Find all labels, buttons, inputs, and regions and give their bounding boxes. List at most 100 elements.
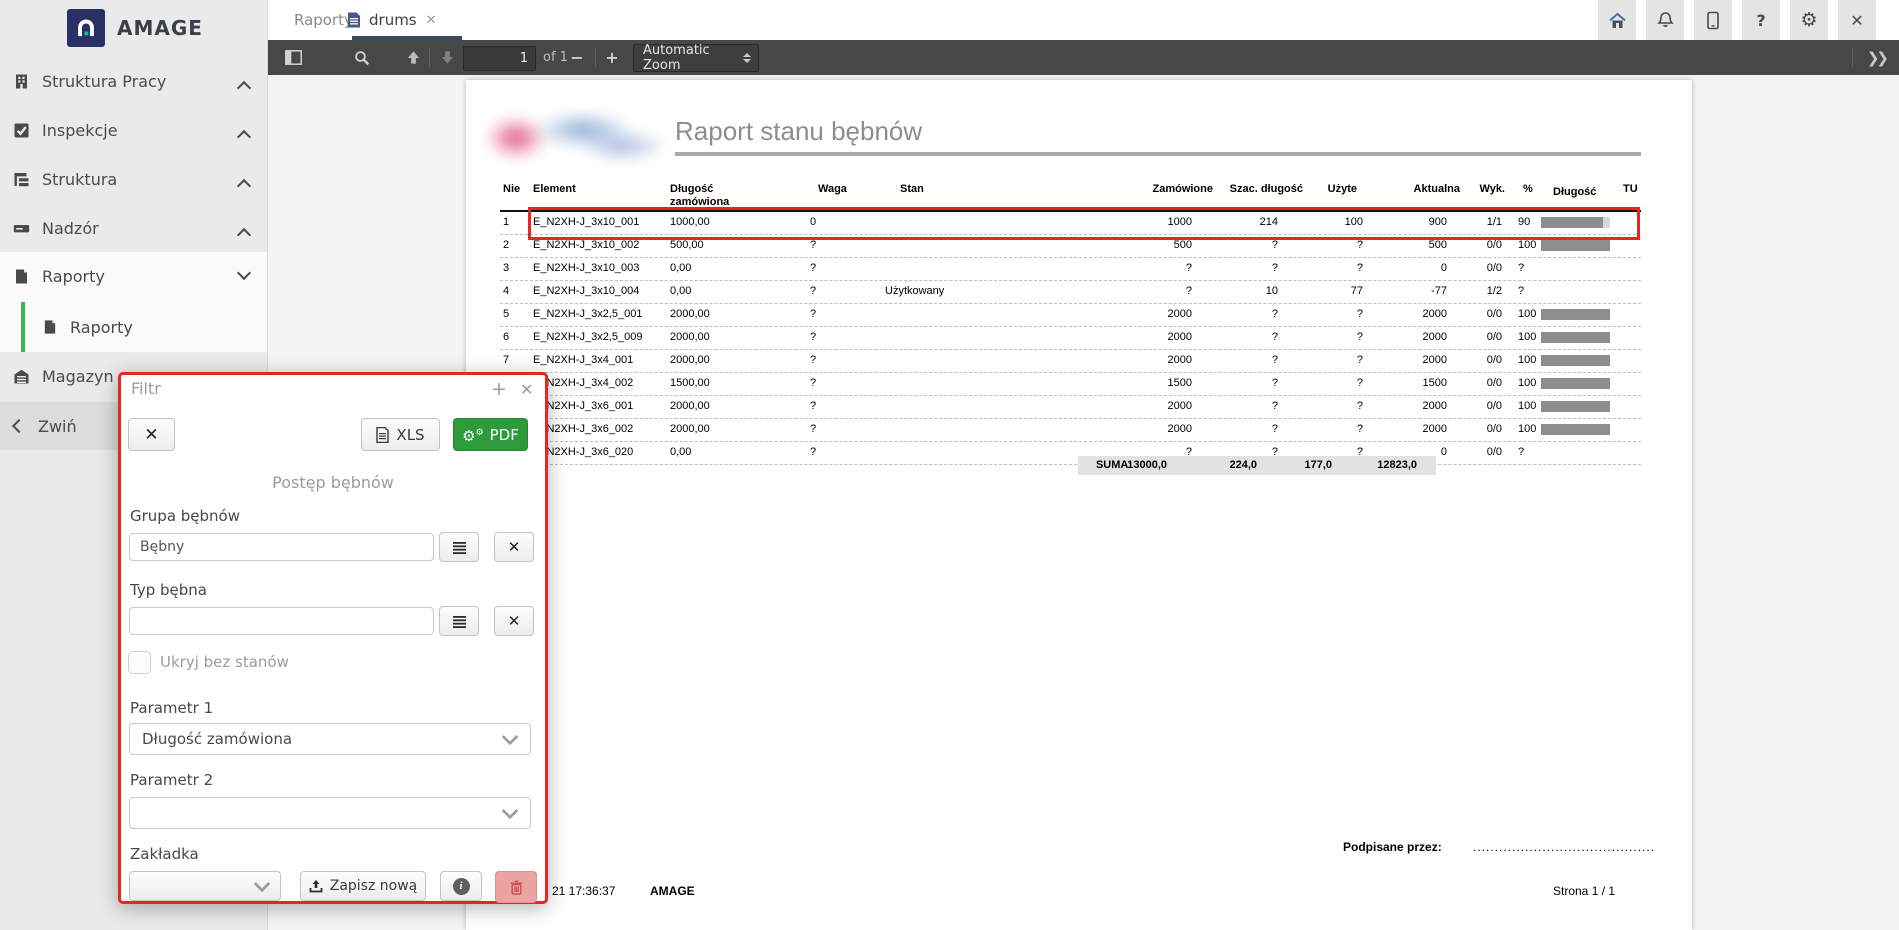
sidebar-item-struktura-pracy[interactable]: Struktura Pracy	[0, 57, 267, 106]
dialog-cancel-button[interactable]: ✕	[128, 418, 175, 451]
row-length-bar	[1541, 281, 1623, 303]
table-row: 6 E_N2XH-J_3x2,5_009 2000,00 ? 2000 ? ? …	[500, 327, 1641, 350]
row-zamowione: 2000	[978, 350, 1213, 372]
row-percent: 100	[1505, 350, 1541, 372]
row-dlugosc-zamowiona: 0,00	[670, 442, 810, 464]
sidebar-item-inspekcje[interactable]: Inspekcje	[0, 106, 267, 155]
dialog-subtitle: Postęp bębnów	[121, 473, 545, 492]
group-label: Grupa bębnów	[130, 507, 240, 525]
row-stan	[885, 327, 978, 349]
filter-dialog: Filtr + ✕ ✕ XLS ⚙⚙ PDF Postęp bębnów Gru…	[118, 372, 548, 904]
type-clear-button[interactable]: ✕	[494, 606, 534, 636]
row-dlugosc-zamowiona: 0,00	[670, 281, 810, 303]
document-icon	[347, 12, 361, 28]
export-pdf-button[interactable]: ⚙⚙ PDF	[453, 418, 528, 451]
notifications-button[interactable]	[1646, 0, 1684, 40]
list-icon	[452, 541, 467, 554]
row-zamowione: ?	[978, 258, 1213, 280]
group-input[interactable]	[129, 533, 434, 561]
param2-select[interactable]	[129, 797, 531, 829]
signature-line: ........................................…	[1473, 840, 1655, 854]
row-wyk: 0/0	[1460, 327, 1505, 349]
sidebar-item-struktura[interactable]: Struktura	[0, 155, 267, 204]
app-window: AMAGE Struktura Pracy Inspekcje Struktur…	[0, 0, 1899, 930]
export-xls-button[interactable]: XLS	[361, 418, 440, 451]
delete-bookmark-button[interactable]	[495, 871, 537, 903]
row-percent: 100	[1505, 327, 1541, 349]
row-stan	[885, 258, 978, 280]
toggle-sidebar-button[interactable]	[278, 40, 308, 75]
page-number-input[interactable]	[463, 46, 536, 71]
row-number: 3	[500, 258, 533, 280]
row-aktualna: 2000	[1363, 419, 1460, 441]
bookmark-info-button[interactable]: i	[440, 871, 482, 901]
previous-page-button[interactable]	[399, 40, 427, 75]
row-length-bar	[1541, 350, 1623, 372]
home-button[interactable]	[1598, 0, 1636, 40]
tab-close-icon[interactable]: ✕	[426, 13, 437, 28]
row-element: E_N2XH-J_3x6_020	[533, 442, 670, 464]
row-stan	[885, 396, 978, 418]
sidebar-item-label: Struktura Pracy	[42, 72, 166, 91]
row-dlugosc-zamowiona: 2000,00	[670, 396, 810, 418]
zoom-out-button[interactable]: −	[564, 40, 590, 75]
table-row: 4 E_N2XH-J_3x10_004 0,00 ? Użytkowany ? …	[500, 281, 1641, 304]
chevron-down-icon	[502, 802, 519, 819]
footer-brand: AMAGE	[650, 884, 695, 898]
dialog-close-icon[interactable]: ✕	[520, 379, 533, 401]
settings-button[interactable]: ⚙	[1790, 0, 1828, 40]
row-length-bar	[1541, 327, 1623, 349]
row-tu	[1623, 327, 1641, 349]
chevron-up-icon	[237, 130, 251, 144]
search-button[interactable]	[347, 40, 377, 75]
row-number: 4	[500, 281, 533, 303]
row-szac-dlugosc: ?	[1213, 350, 1303, 372]
hide-empty-checkbox[interactable]	[128, 651, 151, 674]
tab-drums[interactable]: drums ✕	[347, 0, 437, 40]
row-waga: ?	[810, 281, 885, 303]
toolbar-overflow-button[interactable]: ❯❯	[1867, 40, 1886, 75]
row-wyk: 0/0	[1460, 350, 1505, 372]
row-dlugosc-zamowiona: 2000,00	[670, 304, 810, 326]
company-logo-blurred	[488, 98, 663, 173]
sidebar-item-raporty[interactable]: Raporty	[0, 252, 267, 301]
bookmark-select[interactable]	[129, 871, 281, 901]
help-button[interactable]: ?	[1742, 0, 1780, 40]
logo[interactable]: AMAGE	[0, 0, 267, 55]
gear-icon: ⚙	[1800, 9, 1817, 31]
row-stan	[885, 419, 978, 441]
save-bookmark-button[interactable]: Zapisz nową	[300, 871, 426, 901]
zoom-in-button[interactable]: +	[599, 40, 625, 75]
row-number: 6	[500, 327, 533, 349]
summary-zamowione: 13000,0	[1127, 456, 1167, 475]
summary-szac: 224,0	[1229, 456, 1257, 475]
sidebar-item-nadzor[interactable]: Nadzór	[0, 204, 267, 253]
row-zamowione: 2000	[978, 396, 1213, 418]
x-icon: ✕	[144, 425, 158, 445]
param2-label: Parametr 2	[130, 771, 213, 789]
double-chevron-icon: ❯❯	[1867, 49, 1886, 67]
close-app-button[interactable]: ✕	[1838, 0, 1876, 40]
active-indicator	[21, 302, 25, 352]
type-list-button[interactable]	[439, 606, 479, 636]
save-label: Zapisz nową	[330, 878, 418, 894]
group-list-button[interactable]	[439, 532, 479, 562]
group-clear-button[interactable]: ✕	[494, 532, 534, 562]
row-dlugosc-zamowiona: 0,00	[670, 258, 810, 280]
mobile-button[interactable]	[1694, 0, 1732, 40]
x-icon: ✕	[508, 538, 521, 556]
report-table: Nie Element Długośćzamówiona Waga Stan Z…	[500, 183, 1641, 211]
summary-aktualna: 12823,0	[1377, 456, 1417, 475]
type-input[interactable]	[129, 607, 434, 635]
sidebar-subitem-raporty[interactable]: Raporty	[0, 302, 267, 352]
dialog-expand-icon[interactable]: +	[491, 379, 507, 399]
row-stan: Użytkowany	[885, 281, 978, 303]
question-icon: ?	[1756, 11, 1765, 30]
trash-icon	[510, 880, 523, 895]
param1-select[interactable]: Długość zamówiona	[129, 723, 531, 755]
zoom-level-select[interactable]: Automatic Zoom	[633, 44, 759, 72]
row-szac-dlugosc: ?	[1213, 327, 1303, 349]
row-uzyte: ?	[1303, 304, 1363, 326]
row-percent: 100	[1505, 396, 1541, 418]
next-page-button[interactable]	[433, 40, 461, 75]
